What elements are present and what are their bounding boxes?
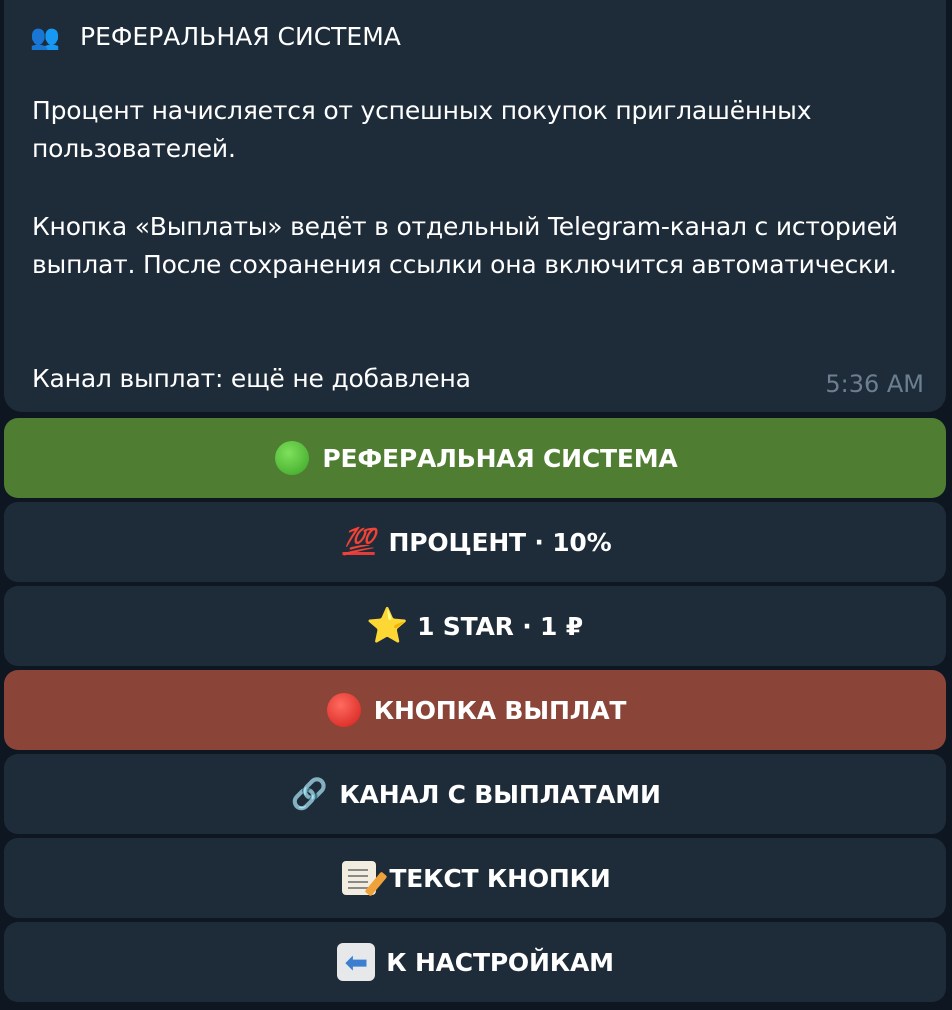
payout-button-toggle[interactable]: КНОПКА ВЫПЛАТ <box>4 670 946 750</box>
button-label: ПРОЦЕНТ · 10% <box>388 527 612 557</box>
percent-button[interactable]: 💯 ПРОЦЕНТ · 10% <box>4 502 946 582</box>
memo-icon <box>339 858 379 898</box>
message-title: 👥 РЕФЕРАЛЬНАЯ СИСТЕМА <box>30 20 922 54</box>
button-label: К НАСТРОЙКАМ <box>386 947 614 977</box>
back-arrow-icon: ⬅ <box>336 942 376 982</box>
link-icon: 🔗 <box>290 776 328 812</box>
button-label: РЕФЕРАЛЬНАЯ СИСТЕМА <box>322 443 678 473</box>
message-title-text: РЕФЕРАЛЬНАЯ СИСТЕМА <box>80 22 401 51</box>
button-label: 1 STAR · 1 ₽ <box>417 611 583 641</box>
red-circle-icon <box>324 690 364 730</box>
button-text-button[interactable]: ТЕКСТ КНОПКИ <box>4 838 946 918</box>
message-timestamp: 5:36 AM <box>825 370 924 398</box>
star-icon: ⭐ <box>366 606 409 646</box>
back-to-settings-button[interactable]: ⬅ К НАСТРОЙКАМ <box>4 922 946 1002</box>
hundred-points-icon: 💯 <box>342 527 375 557</box>
green-circle-icon <box>272 438 312 478</box>
bot-message: 👥 РЕФЕРАЛЬНАЯ СИСТЕМА Процент начисляетс… <box>4 0 946 412</box>
button-label: КАНАЛ С ВЫПЛАТАМИ <box>339 779 661 809</box>
button-label: КНОПКА ВЫПЛАТ <box>373 695 627 725</box>
message-paragraph-percent: Процент начисляется от успешных покупок … <box>32 96 812 163</box>
message-paragraph-channel: Канал выплат: ещё не добавлена <box>32 364 471 393</box>
button-label: ТЕКСТ КНОПКИ <box>389 863 611 893</box>
busts-icon: 👥 <box>30 23 60 51</box>
chat-view: 👥 РЕФЕРАЛЬНАЯ СИСТЕМА Процент начисляетс… <box>0 0 952 1010</box>
payout-channel-button[interactable]: 🔗 КАНАЛ С ВЫПЛАТАМИ <box>4 754 946 834</box>
star-rate-button[interactable]: ⭐ 1 STAR · 1 ₽ <box>4 586 946 666</box>
referral-system-button[interactable]: РЕФЕРАЛЬНАЯ СИСТЕМА <box>4 418 946 498</box>
message-paragraph-payouts: Кнопка «Выплаты» ведёт в отдельный Teleg… <box>32 212 898 279</box>
